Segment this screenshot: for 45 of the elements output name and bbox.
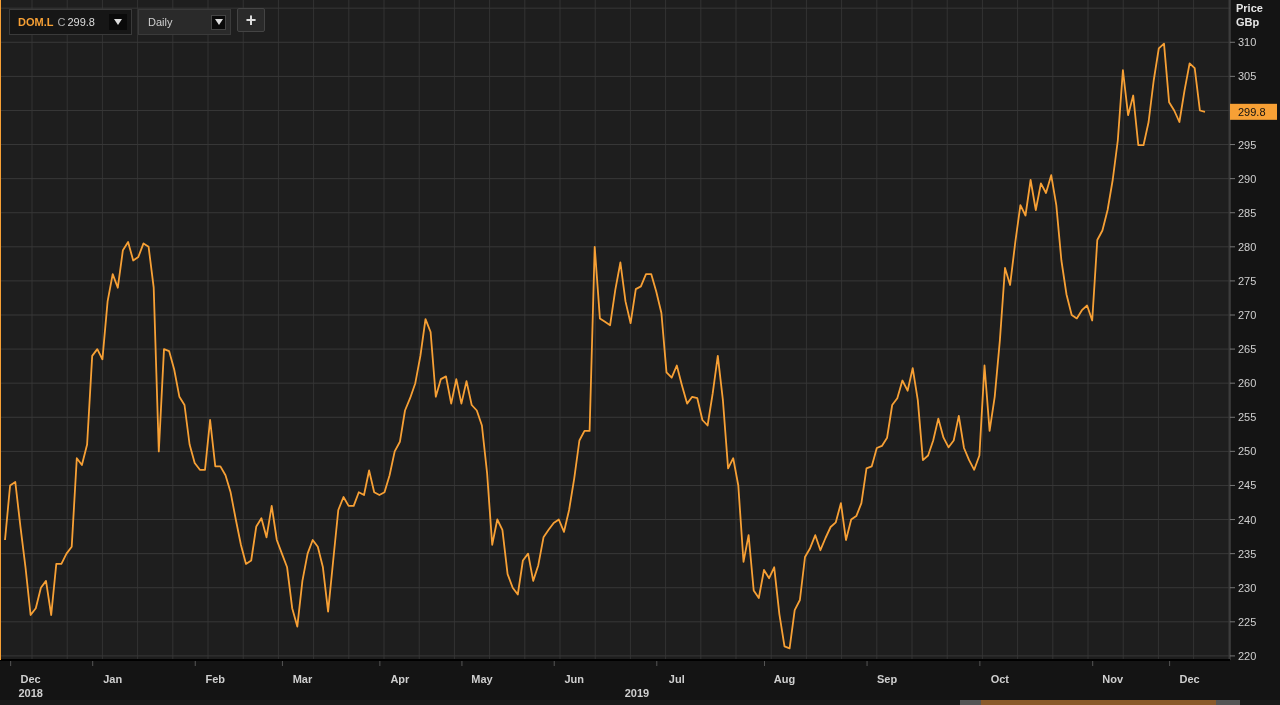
price-type-label: C	[57, 14, 66, 30]
x-tick-label: Jan	[103, 673, 123, 685]
dropdown-caret-icon	[211, 14, 226, 30]
y-tick-label: 265	[1238, 343, 1257, 356]
y-tick-label: 240	[1238, 513, 1257, 526]
x-tick-label: Sep	[876, 673, 898, 685]
x-tick-label: Jul	[668, 673, 685, 685]
y-tick-label: 275	[1238, 274, 1257, 287]
y-tick-label: 305	[1238, 70, 1257, 83]
x-tick-label: Feb	[205, 673, 226, 685]
x-tick-label: Nov	[1102, 673, 1124, 685]
x-tick-label: Oct	[990, 673, 1010, 685]
y-tick-label: 245	[1238, 479, 1257, 492]
y-tick-label: 295	[1238, 138, 1257, 151]
x-tick-label: May	[471, 673, 493, 685]
last-price-badge: 299.8	[1230, 103, 1277, 120]
y-tick-label: 260	[1238, 377, 1257, 390]
y-tick-label: 235	[1238, 547, 1257, 560]
x-tick-label: Dec	[1179, 673, 1200, 685]
dropdown-caret-icon[interactable]	[109, 14, 127, 30]
y-tick-label: 285	[1238, 206, 1257, 219]
x-tick-label: Dec	[20, 673, 41, 685]
y-tick-label: 255	[1238, 411, 1257, 424]
scrollbar[interactable]	[0, 700, 1280, 705]
y-tick-label: 280	[1238, 240, 1257, 253]
x-tick-label: Aug	[773, 673, 796, 685]
add-button[interactable]: +	[237, 8, 265, 32]
year-label: 2018	[18, 687, 43, 699]
y-tick-label: 310	[1238, 36, 1257, 49]
y-tick-label: 250	[1238, 445, 1257, 458]
symbol-label: DOM.L	[18, 14, 54, 30]
year-label: 2019	[624, 687, 650, 699]
price-value: 299.8	[67, 14, 95, 30]
y-tick-label: 230	[1238, 581, 1257, 594]
symbol-selector[interactable]: DOM.L C 299.8	[9, 9, 132, 35]
interval-dropdown[interactable]: Daily	[138, 9, 231, 35]
x-tick-label: Mar	[292, 673, 313, 685]
x-tick-label: Apr	[390, 673, 410, 685]
axis-title: Price	[1236, 2, 1263, 14]
y-tick-label: 290	[1238, 172, 1257, 185]
x-tick-label: Jun	[564, 673, 584, 685]
y-tick-label: 220	[1238, 649, 1257, 662]
axis-unit: GBp	[1236, 16, 1260, 28]
y-tick-label: 270	[1238, 309, 1257, 321]
y-tick-label: 225	[1238, 615, 1257, 628]
